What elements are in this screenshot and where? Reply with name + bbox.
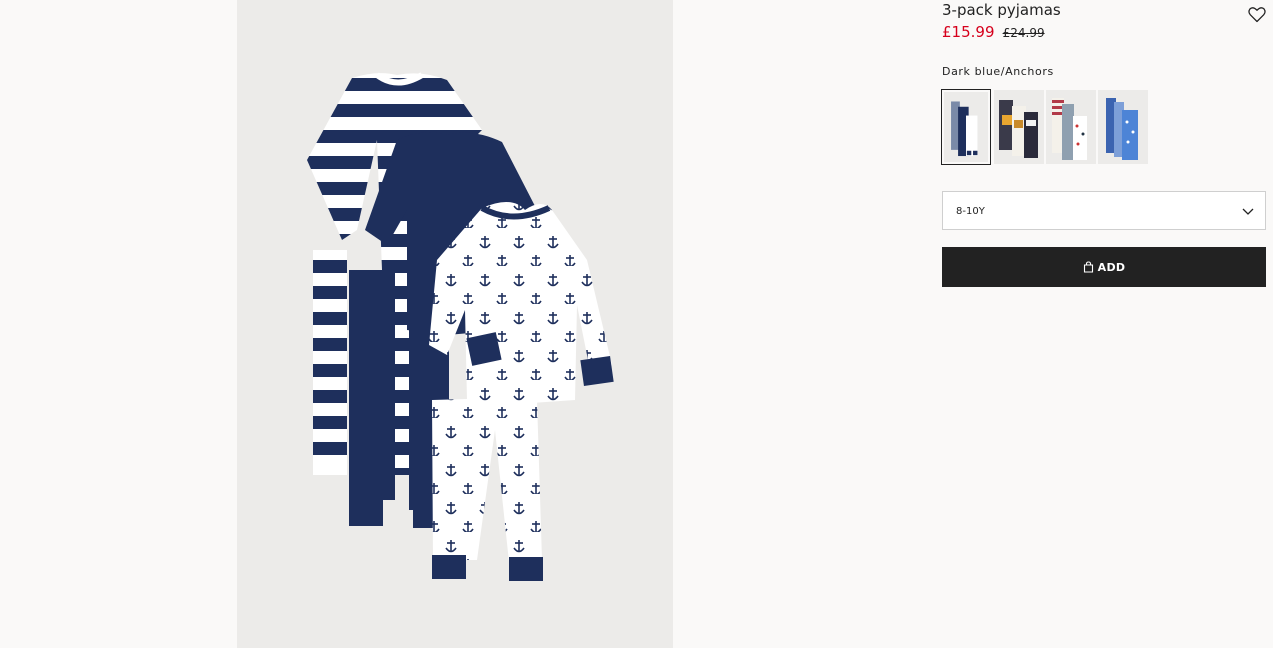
size-value: 8-10Y — [956, 206, 985, 217]
wishlist-button[interactable] — [1247, 4, 1267, 24]
swatch-thumbnail — [994, 90, 1044, 164]
price-row: £15.99 £24.99 — [942, 22, 1045, 41]
product-image — [237, 0, 673, 648]
swatch-variant-2[interactable] — [994, 90, 1044, 164]
color-swatches — [941, 89, 1148, 165]
add-to-bag-button[interactable]: ADD — [942, 247, 1266, 287]
size-select[interactable]: 8-10Y — [942, 191, 1266, 230]
swatch-thumbnail — [944, 94, 988, 160]
color-name: Dark blue/Anchors — [942, 65, 1054, 78]
chevron-down-icon — [1242, 208, 1254, 215]
sale-price: £15.99 — [942, 23, 995, 41]
swatch-variant-4[interactable] — [1098, 90, 1148, 164]
product-title: 3-pack pyjamas — [942, 1, 1061, 19]
swatch-thumbnail — [1098, 90, 1148, 164]
swatch-thumbnail — [1046, 90, 1096, 164]
add-button-label: ADD — [1097, 260, 1126, 274]
swatch-variant-3[interactable] — [1046, 90, 1096, 164]
heart-icon — [1248, 7, 1266, 23]
shopping-bag-icon — [1083, 261, 1093, 273]
swatch-dark-blue-anchors[interactable] — [941, 89, 991, 165]
original-price: £24.99 — [1002, 26, 1045, 40]
pyjamas-illustration — [307, 72, 614, 581]
